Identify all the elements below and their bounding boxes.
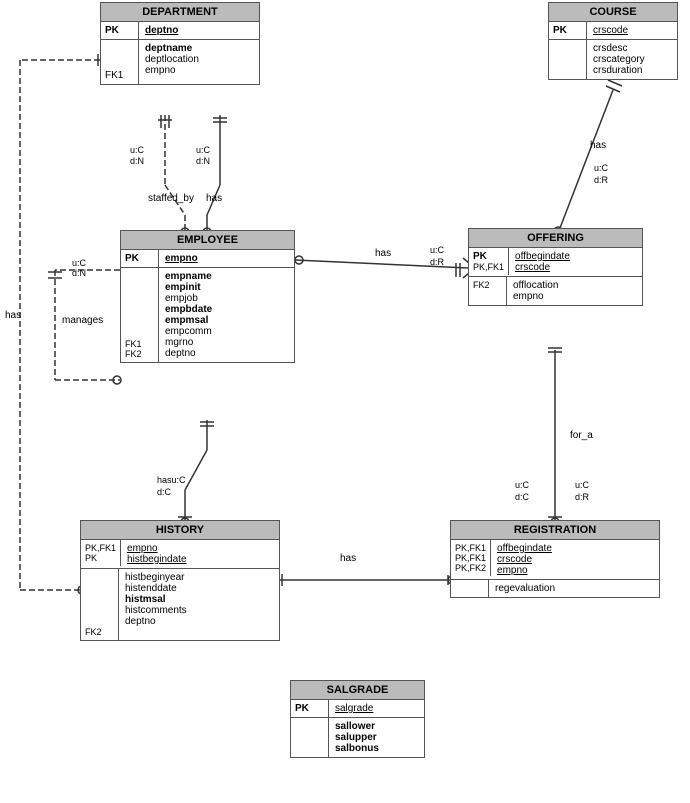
reg-crscode: crscode bbox=[497, 554, 552, 565]
course-off-card2: d:R bbox=[594, 175, 608, 185]
emp-pk-label: PK bbox=[125, 253, 154, 264]
emp-hist-card1: hasu:C bbox=[157, 475, 186, 485]
emp-empinit: empinit bbox=[165, 282, 212, 293]
emp-self-card1: u:C bbox=[72, 258, 86, 268]
course-pk-label: PK bbox=[553, 25, 582, 36]
emp-off-card2: d:R bbox=[430, 257, 444, 267]
hist-empno: empno bbox=[127, 543, 187, 554]
hist-histenddate: histenddate bbox=[125, 583, 187, 594]
has-course-offering-label: has bbox=[590, 140, 606, 151]
emp-mgrno: mgrno bbox=[165, 337, 212, 348]
for-a-label: for_a bbox=[570, 430, 593, 441]
emp-empno: empno bbox=[165, 253, 198, 264]
off-fk2-label: FK2 bbox=[473, 280, 502, 290]
department-title: DEPARTMENT bbox=[101, 3, 259, 22]
off-empno: empno bbox=[513, 291, 558, 302]
has-hist-reg-label: has bbox=[340, 553, 356, 564]
salgrade-entity: SALGRADE PK salgrade sallower salupper s… bbox=[290, 680, 425, 758]
history-title: HISTORY bbox=[81, 521, 279, 540]
dept-deptlocation: deptlocation bbox=[145, 54, 199, 65]
course-title: COURSE bbox=[549, 3, 677, 22]
emp-empjob: empjob bbox=[165, 293, 212, 304]
dept-emp-card2: d:N bbox=[130, 156, 144, 166]
has-emp-offering-label: has bbox=[375, 248, 391, 259]
dept-pk-label: PK bbox=[105, 25, 134, 36]
dept-emp-has-card2: d:N bbox=[196, 156, 210, 166]
dept-deptno: deptno bbox=[145, 25, 178, 36]
salgrade-title: SALGRADE bbox=[291, 681, 424, 700]
hist-histmsal: histmsal bbox=[125, 594, 187, 605]
has-left-label: has bbox=[5, 310, 21, 321]
course-entity: COURSE PK crscode crsdesc crscategory cr… bbox=[548, 2, 678, 80]
offering-entity: OFFERING PK PK,FK1 offbegindate crscode … bbox=[468, 228, 643, 306]
emp-fk2-label: FK2 bbox=[125, 349, 154, 359]
hist-deptno: deptno bbox=[125, 616, 187, 627]
emp-deptno: deptno bbox=[165, 348, 212, 359]
course-crsduration: crsduration bbox=[593, 65, 645, 76]
emp-empname: empname bbox=[165, 271, 212, 282]
hist-fk2-label: FK2 bbox=[85, 627, 114, 637]
dept-fk1-label: FK1 bbox=[105, 70, 134, 81]
employee-entity: EMPLOYEE PK empno FK1 FK2 empname empini… bbox=[120, 230, 295, 363]
reg-pkfk2-label: PK,FK2 bbox=[455, 563, 486, 573]
registration-title: REGISTRATION bbox=[451, 521, 659, 540]
emp-empbdate: empbdate bbox=[165, 304, 212, 315]
off-offbegindate: offbegindate bbox=[515, 251, 570, 262]
course-off-card1: u:C bbox=[594, 163, 608, 173]
course-crscategory: crscategory bbox=[593, 54, 645, 65]
emp-hist-card2: d:C bbox=[157, 487, 171, 497]
off-pkfk1-label: PK,FK1 bbox=[473, 262, 504, 272]
dept-empno: empno bbox=[145, 65, 199, 76]
hist-histbeginyear: histbeginyear bbox=[125, 572, 187, 583]
off-reg-card1: u:C bbox=[515, 480, 529, 490]
reg-pkfk1b-label: PK,FK1 bbox=[455, 553, 486, 563]
course-crscode: crscode bbox=[593, 25, 628, 36]
history-entity: HISTORY PK,FK1 PK empno histbegindate FK… bbox=[80, 520, 280, 641]
emp-self-card2: d:N bbox=[72, 268, 86, 278]
off-offlocation: offlocation bbox=[513, 280, 558, 291]
emp-empcomm: empcomm bbox=[165, 326, 212, 337]
employee-title: EMPLOYEE bbox=[121, 231, 294, 250]
staffed-by-label: staffed_by bbox=[148, 193, 194, 204]
emp-off-card1: u:C bbox=[430, 245, 444, 255]
course-crsdesc: crsdesc bbox=[593, 43, 645, 54]
hist-pk-label: PK bbox=[85, 553, 116, 563]
reg-pkfk1a-label: PK,FK1 bbox=[455, 543, 486, 553]
reg-offbegindate: offbegindate bbox=[497, 543, 552, 554]
dept-emp-card1: u:C bbox=[130, 145, 144, 155]
emp-empmsal: empmsal bbox=[165, 315, 212, 326]
sal-sallower: sallower bbox=[335, 721, 379, 732]
offering-title: OFFERING bbox=[469, 229, 642, 248]
sal-pk-label: PK bbox=[295, 703, 324, 714]
sal-salbonus: salbonus bbox=[335, 743, 379, 754]
sal-salupper: salupper bbox=[335, 732, 379, 743]
manages-label: manages bbox=[62, 315, 103, 326]
off-crscode: crscode bbox=[515, 262, 570, 273]
sal-salgrade: salgrade bbox=[335, 703, 373, 714]
hist-histbegindate: histbegindate bbox=[127, 554, 187, 565]
dept-emp-has-card1: u:C bbox=[196, 145, 210, 155]
registration-entity: REGISTRATION PK,FK1 PK,FK1 PK,FK2 offbeg… bbox=[450, 520, 660, 598]
reg-empno: empno bbox=[497, 565, 552, 576]
hist-histcomments: histcomments bbox=[125, 605, 187, 616]
erd-diagram: COURSE PK crscode crsdesc crscategory cr… bbox=[0, 0, 690, 803]
off-reg-card2: d:C bbox=[515, 492, 529, 502]
hist-pkfk1-label: PK,FK1 bbox=[85, 543, 116, 553]
off-pk-label: PK bbox=[473, 251, 504, 262]
off-reg-card3: u:C bbox=[575, 480, 589, 490]
department-entity: DEPARTMENT PK deptno FK1 deptname deptlo… bbox=[100, 2, 260, 85]
has-dept-emp-label: has bbox=[206, 193, 222, 204]
dept-deptname: deptname bbox=[145, 43, 199, 54]
reg-regevaluation: regevaluation bbox=[495, 583, 555, 594]
off-reg-card4: d:R bbox=[575, 492, 589, 502]
emp-fk1-label: FK1 bbox=[125, 339, 154, 349]
